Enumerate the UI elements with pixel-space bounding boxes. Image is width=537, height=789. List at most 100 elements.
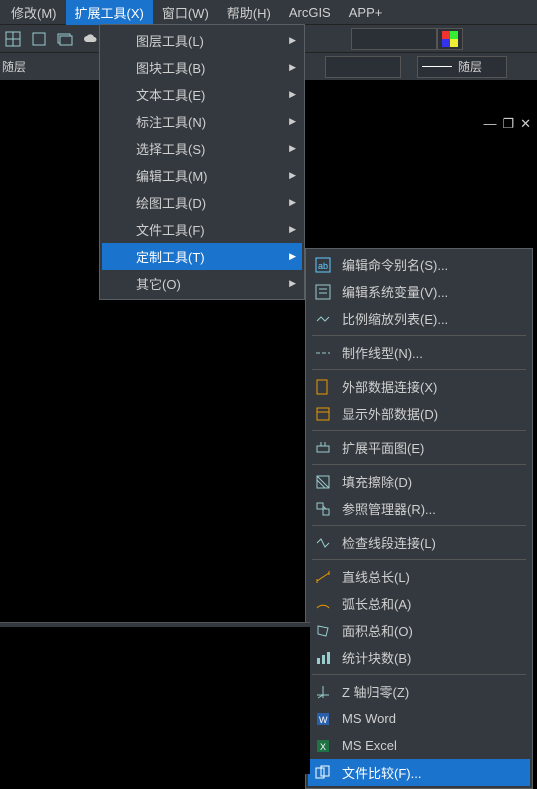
submenu-edit-sysvar[interactable]: 编辑系统变量(V)... <box>308 278 530 305</box>
menu-help[interactable]: 帮助(H) <box>218 0 280 25</box>
submenu-ms-excel[interactable]: XMS Excel <box>308 732 530 759</box>
svg-text:W: W <box>319 715 328 725</box>
linelen-icon <box>314 568 332 586</box>
line-preview-icon <box>422 66 452 67</box>
area-icon <box>314 622 332 640</box>
ext-tools-menu: 图层工具(L) 图块工具(B) 文本工具(E) 标注工具(N) 选择工具(S) … <box>99 24 305 300</box>
menu-item-label: 其它(O) <box>126 274 199 293</box>
menu-item-label: 文件工具(F) <box>126 220 223 239</box>
filecompare-icon <box>314 764 332 782</box>
menu-separator <box>312 525 526 526</box>
menu-separator <box>312 430 526 431</box>
submenu-edit-alias[interactable]: ab 编辑命令别名(S)... <box>308 251 530 278</box>
menu-item-label: 扩展平面图(E) <box>332 438 442 457</box>
menu-item-text-tools[interactable]: 文本工具(E) <box>102 81 302 108</box>
menu-separator <box>312 674 526 675</box>
linestyle-combo[interactable]: 随层 <box>417 56 507 78</box>
menu-item-label: 统计块数(B) <box>332 648 429 667</box>
submenu-check-segments[interactable]: 检查线段连接(L) <box>308 529 530 556</box>
submenu-scale-list[interactable]: 比例缩放列表(E)... <box>308 305 530 332</box>
menu-item-dim-tools[interactable]: 标注工具(N) <box>102 108 302 135</box>
linetype-icon <box>314 344 332 362</box>
submenu-area-total[interactable]: 面积总和(O) <box>308 617 530 644</box>
msword-icon: W <box>314 710 332 728</box>
svg-text:ab: ab <box>318 261 328 271</box>
menubar: 修改(M) 扩展工具(X) 窗口(W) 帮助(H) ArcGIS APP+ <box>0 0 537 24</box>
submenu-ext-data-connect[interactable]: 外部数据连接(X) <box>308 373 530 400</box>
menu-item-label: 标注工具(N) <box>126 112 224 131</box>
menu-item-block-tools[interactable]: 图块工具(B) <box>102 54 302 81</box>
layer-pane-label[interactable]: 随层 <box>0 55 28 77</box>
tool-grid-icon[interactable] <box>2 28 24 50</box>
submenu-ms-word[interactable]: W MS Word <box>308 705 530 732</box>
menu-item-label: 面积总和(O) <box>332 621 431 640</box>
menu-item-label: 检查线段连接(L) <box>332 533 454 552</box>
submenu-line-total[interactable]: 直线总长(L) <box>308 563 530 590</box>
submenu-flatten[interactable]: 扩展平面图(E) <box>308 434 530 461</box>
menu-item-file-tools[interactable]: 文件工具(F) <box>102 216 302 243</box>
scalelist-icon <box>314 310 332 328</box>
msexcel-icon: X <box>314 737 332 755</box>
submenu-z-zero[interactable]: Z 轴归零(Z) <box>308 678 530 705</box>
restore-button[interactable]: ❐ <box>502 116 514 132</box>
tool-layer-icon[interactable] <box>54 28 76 50</box>
menu-app[interactable]: APP+ <box>340 2 392 23</box>
submenu-block-count[interactable]: 统计块数(B) <box>308 644 530 671</box>
refman-icon <box>314 500 332 518</box>
menu-item-other[interactable]: 其它(O) <box>102 270 302 297</box>
menu-item-label: 制作线型(N)... <box>332 343 441 362</box>
sysvar-icon <box>314 283 332 301</box>
color-picker-button[interactable] <box>437 28 463 50</box>
submenu-hatch-erase[interactable]: 填充擦除(D) <box>308 468 530 495</box>
menu-item-label: 外部数据连接(X) <box>332 377 455 396</box>
menu-separator <box>312 335 526 336</box>
menu-item-edit-tools[interactable]: 编辑工具(M) <box>102 162 302 189</box>
checkseg-icon <box>314 534 332 552</box>
menu-separator <box>312 559 526 560</box>
extdata-icon <box>314 378 332 396</box>
linestyle-label: 随层 <box>458 58 482 75</box>
close-button[interactable]: ✕ <box>520 116 531 132</box>
menu-ext-label: 扩展工具(X) <box>75 6 144 21</box>
menu-item-label: 编辑命令别名(S)... <box>332 255 466 274</box>
menu-modify[interactable]: 修改(M) <box>2 0 66 25</box>
arclen-icon <box>314 595 332 613</box>
menu-modify-label: 修改(M) <box>11 6 57 21</box>
window-controls: — ❐ ✕ <box>483 116 531 132</box>
minimize-button[interactable]: — <box>483 116 496 132</box>
submenu-arc-total[interactable]: 弧长总和(A) <box>308 590 530 617</box>
menu-item-label: 弧长总和(A) <box>332 594 429 613</box>
menu-item-label: 文本工具(E) <box>126 85 223 104</box>
menu-item-label: 显示外部数据(D) <box>332 404 456 423</box>
menu-item-custom-tools[interactable]: 定制工具(T) <box>102 243 302 270</box>
menu-separator <box>312 464 526 465</box>
menu-item-label: 直线总长(L) <box>332 567 428 586</box>
menu-window-label: 窗口(W) <box>162 6 209 21</box>
submenu-ref-manager[interactable]: 参照管理器(R)... <box>308 495 530 522</box>
menu-window[interactable]: 窗口(W) <box>153 0 218 25</box>
zzero-icon <box>314 683 332 701</box>
style-combo[interactable] <box>351 28 437 50</box>
menu-separator <box>312 369 526 370</box>
menu-item-draw-tools[interactable]: 绘图工具(D) <box>102 189 302 216</box>
menu-item-label: 图层工具(L) <box>126 31 222 50</box>
menu-item-label: 图块工具(B) <box>126 58 223 77</box>
menu-item-label: 选择工具(S) <box>126 139 223 158</box>
menu-item-label: 绘图工具(D) <box>126 193 224 212</box>
menu-item-layer-tools[interactable]: 图层工具(L) <box>102 27 302 54</box>
submenu-show-ext-data[interactable]: 显示外部数据(D) <box>308 400 530 427</box>
submenu-file-compare[interactable]: 文件比较(F)... <box>308 759 530 786</box>
lineweight-combo[interactable] <box>325 56 401 78</box>
menu-arcgis-label: ArcGIS <box>289 5 331 20</box>
menu-help-label: 帮助(H) <box>227 6 271 21</box>
menu-item-label: MS Word <box>332 711 414 726</box>
hatchdel-icon <box>314 473 332 491</box>
menu-arcgis[interactable]: ArcGIS <box>280 2 340 23</box>
menu-ext[interactable]: 扩展工具(X) <box>66 0 153 25</box>
menu-item-select-tools[interactable]: 选择工具(S) <box>102 135 302 162</box>
tool-window-icon[interactable] <box>28 28 50 50</box>
svg-text:X: X <box>320 742 326 752</box>
custom-tools-submenu: ab 编辑命令别名(S)... 编辑系统变量(V)... 比例缩放列表(E)...… <box>305 248 533 789</box>
flatten-icon <box>314 439 332 457</box>
submenu-make-linetype[interactable]: 制作线型(N)... <box>308 339 530 366</box>
